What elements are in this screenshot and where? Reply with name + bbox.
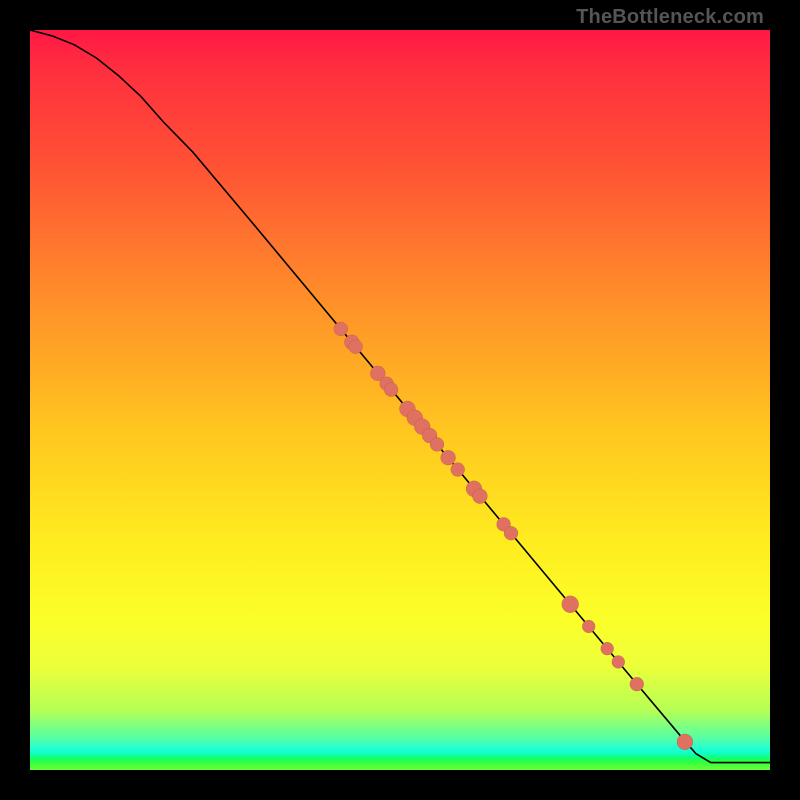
data-point — [601, 642, 614, 655]
data-point — [430, 437, 444, 451]
data-point — [612, 655, 625, 668]
data-point — [472, 489, 487, 504]
curve-line — [30, 30, 770, 763]
data-point — [334, 322, 348, 336]
data-point — [630, 677, 644, 691]
chart-frame: TheBottleneck.com — [0, 0, 800, 800]
data-point — [441, 450, 456, 465]
chart-overlay — [30, 30, 770, 770]
watermark-text: TheBottleneck.com — [576, 6, 764, 29]
data-point — [562, 596, 579, 613]
data-point — [504, 526, 518, 540]
data-point — [677, 734, 693, 750]
data-point — [349, 340, 363, 354]
data-point — [384, 383, 398, 397]
data-point — [582, 620, 595, 633]
scatter-group — [334, 322, 693, 750]
data-point — [451, 463, 465, 477]
